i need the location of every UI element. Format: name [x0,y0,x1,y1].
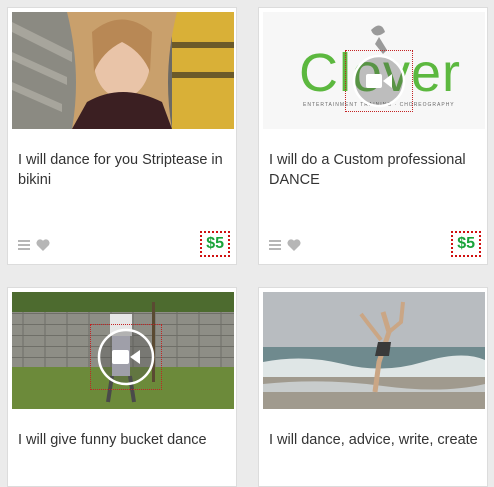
gig-card[interactable]: I will dance for you Striptease in bikin… [7,7,237,265]
gig-title[interactable]: I will dance for you Striptease in bikin… [18,150,228,190]
gig-actions [269,238,301,252]
gig-title[interactable]: I will do a Custom professional DANCE [269,150,479,190]
video-play-button[interactable] [345,50,413,112]
video-play-icon [97,328,155,386]
gig-thumbnail-image[interactable] [12,12,234,129]
gig-thumbnail-image[interactable] [12,292,234,409]
heart-icon[interactable] [36,239,50,251]
price-badge: $5 [451,231,481,257]
gig-thumbnail-image[interactable] [263,292,485,409]
heart-icon[interactable] [287,239,301,251]
gig-title[interactable]: I will dance, advice, write, create [269,430,479,450]
gig-actions [18,238,50,252]
video-play-icon [352,54,406,108]
list-icon[interactable] [18,240,30,250]
gig-thumbnail-image[interactable]: Clover ENTERTAINMENT TRAINING · CHOREOGR… [263,12,485,129]
price-badge: $5 [200,231,230,257]
gig-title[interactable]: I will give funny bucket dance [18,430,228,450]
gig-card[interactable]: I will give funny bucket dance [7,287,237,487]
gig-card[interactable]: Clover ENTERTAINMENT TRAINING · CHOREOGR… [258,7,488,265]
video-play-button[interactable] [90,324,162,390]
gig-card[interactable]: I will dance, advice, write, create [258,287,488,487]
list-icon[interactable] [269,240,281,250]
